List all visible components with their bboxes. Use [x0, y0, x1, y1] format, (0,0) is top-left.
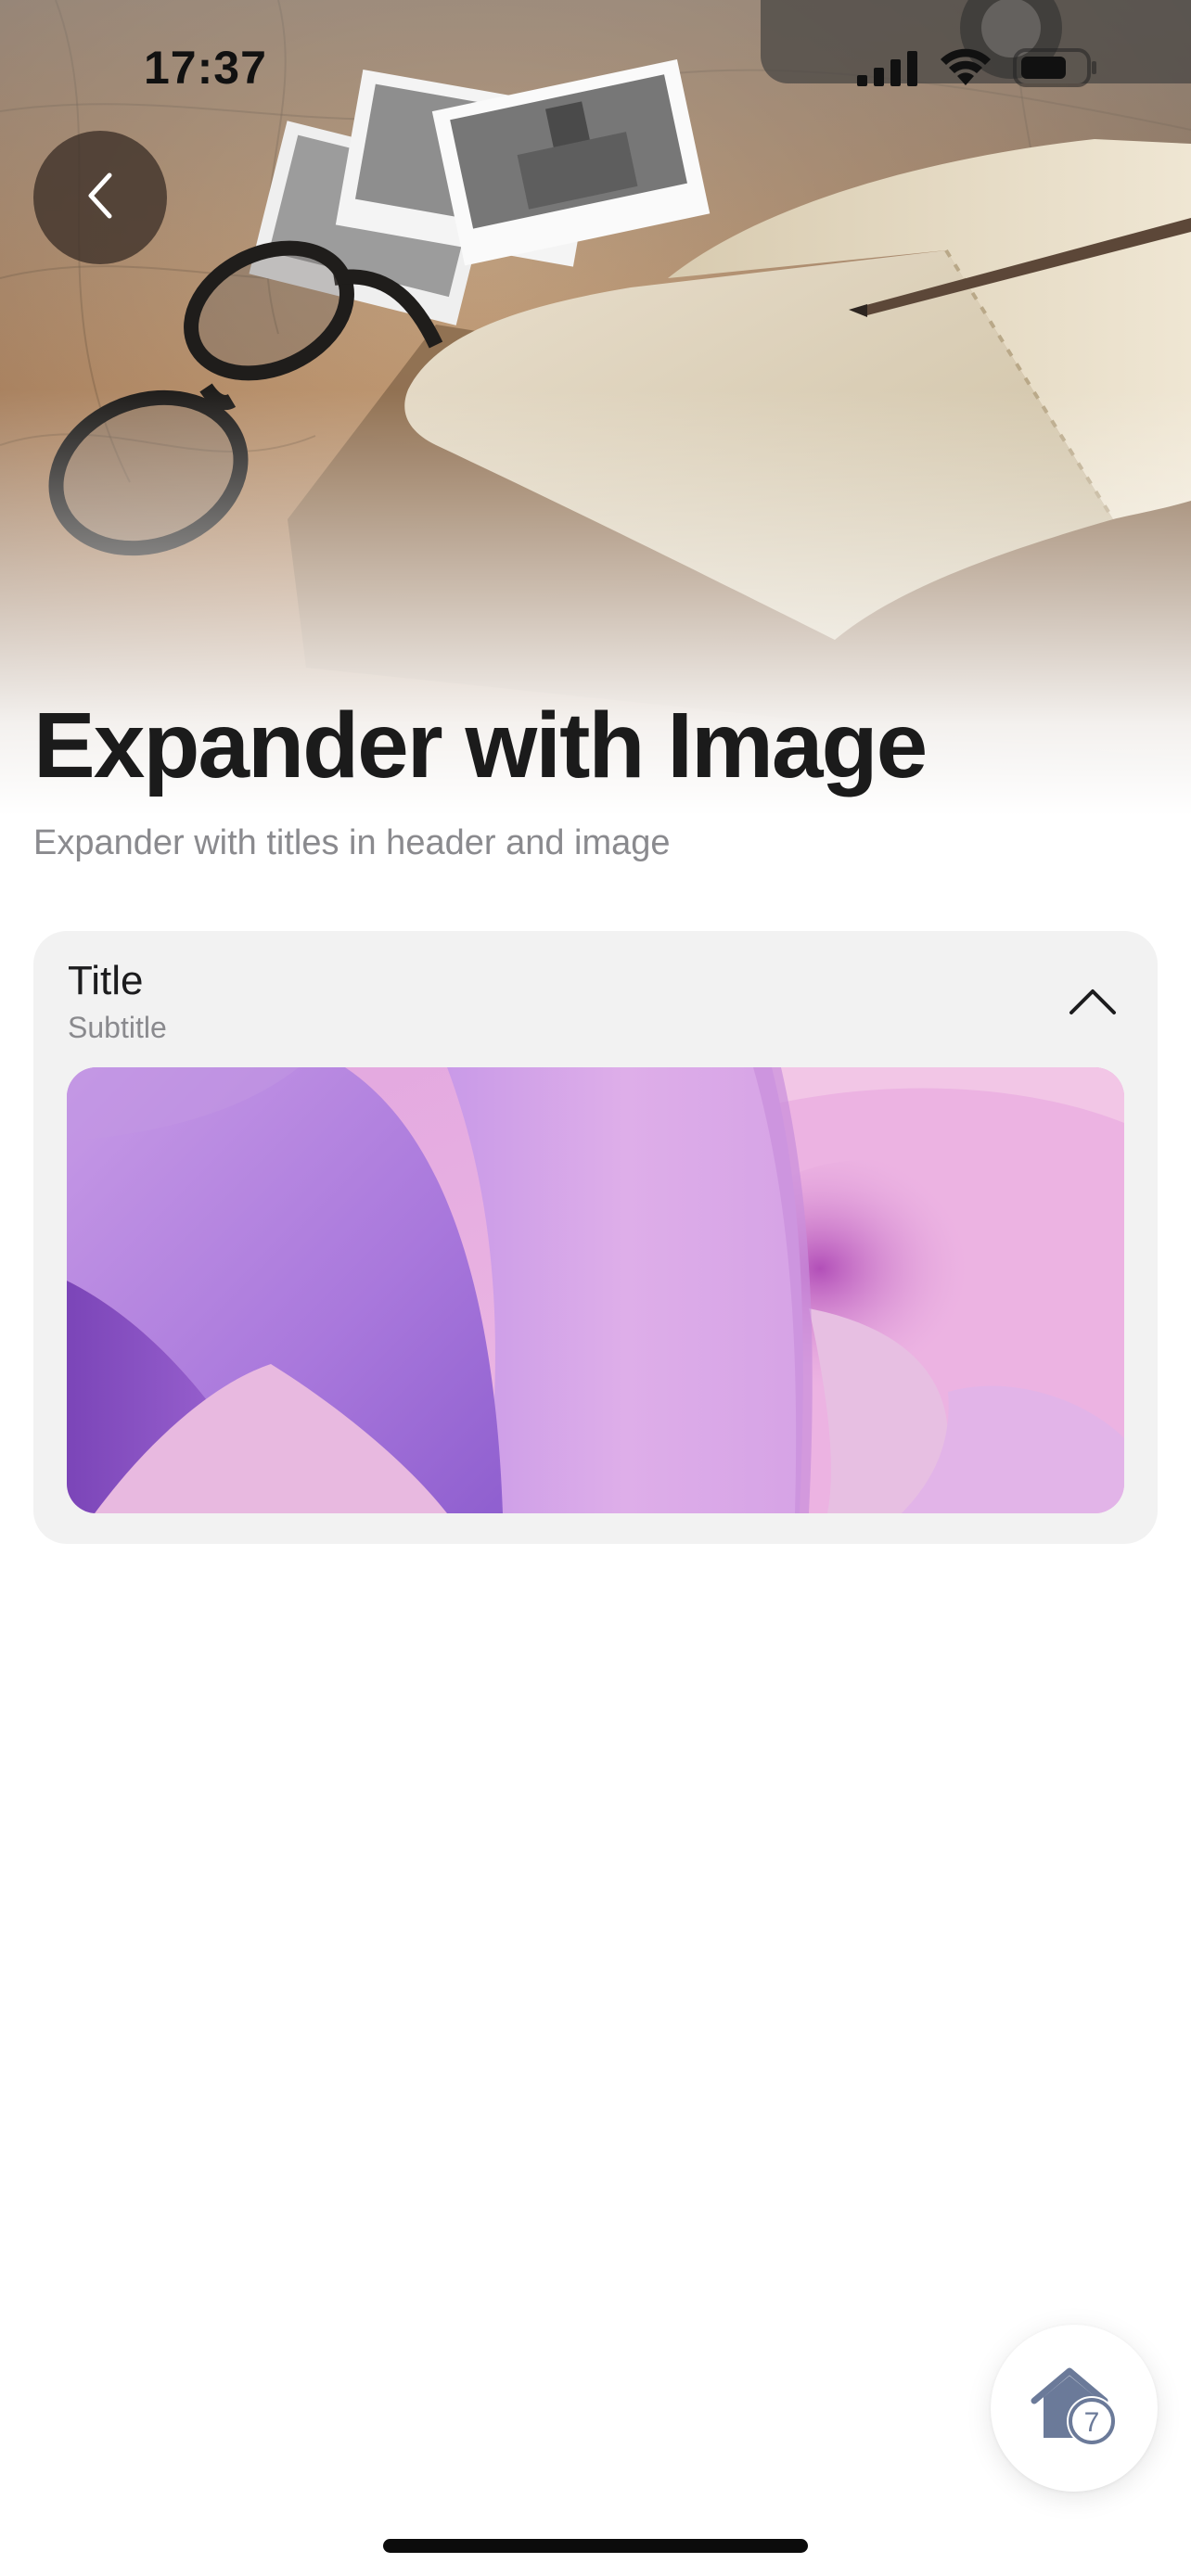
battery-icon — [1013, 47, 1098, 93]
cellular-signal-icon — [857, 49, 918, 91]
chevron-left-icon — [82, 170, 119, 226]
expander-subtitle: Subtitle — [68, 1011, 167, 1044]
back-button[interactable] — [33, 131, 167, 264]
status-icons — [857, 47, 1098, 93]
home-indicator[interactable] — [383, 2539, 808, 2553]
expander-header[interactable]: Title Subtitle — [33, 931, 1158, 1066]
house-icon: 7 — [1023, 2360, 1125, 2457]
page-subtitle: Expander with titles in header and image — [33, 823, 671, 862]
home-badge-count: 7 — [1084, 2407, 1100, 2438]
page-title: Expander with Image — [33, 694, 928, 797]
status-time: 17:37 — [144, 42, 267, 94]
home-button[interactable]: 7 — [991, 2325, 1158, 2492]
chevron-up-icon[interactable] — [1065, 974, 1121, 1029]
wifi-icon — [939, 48, 992, 92]
expander-title: Title — [68, 958, 144, 1003]
status-bar: 17:37 — [0, 0, 1191, 139]
expander-image — [67, 1067, 1124, 1513]
expander-card: Title Subtitle — [33, 931, 1158, 1544]
